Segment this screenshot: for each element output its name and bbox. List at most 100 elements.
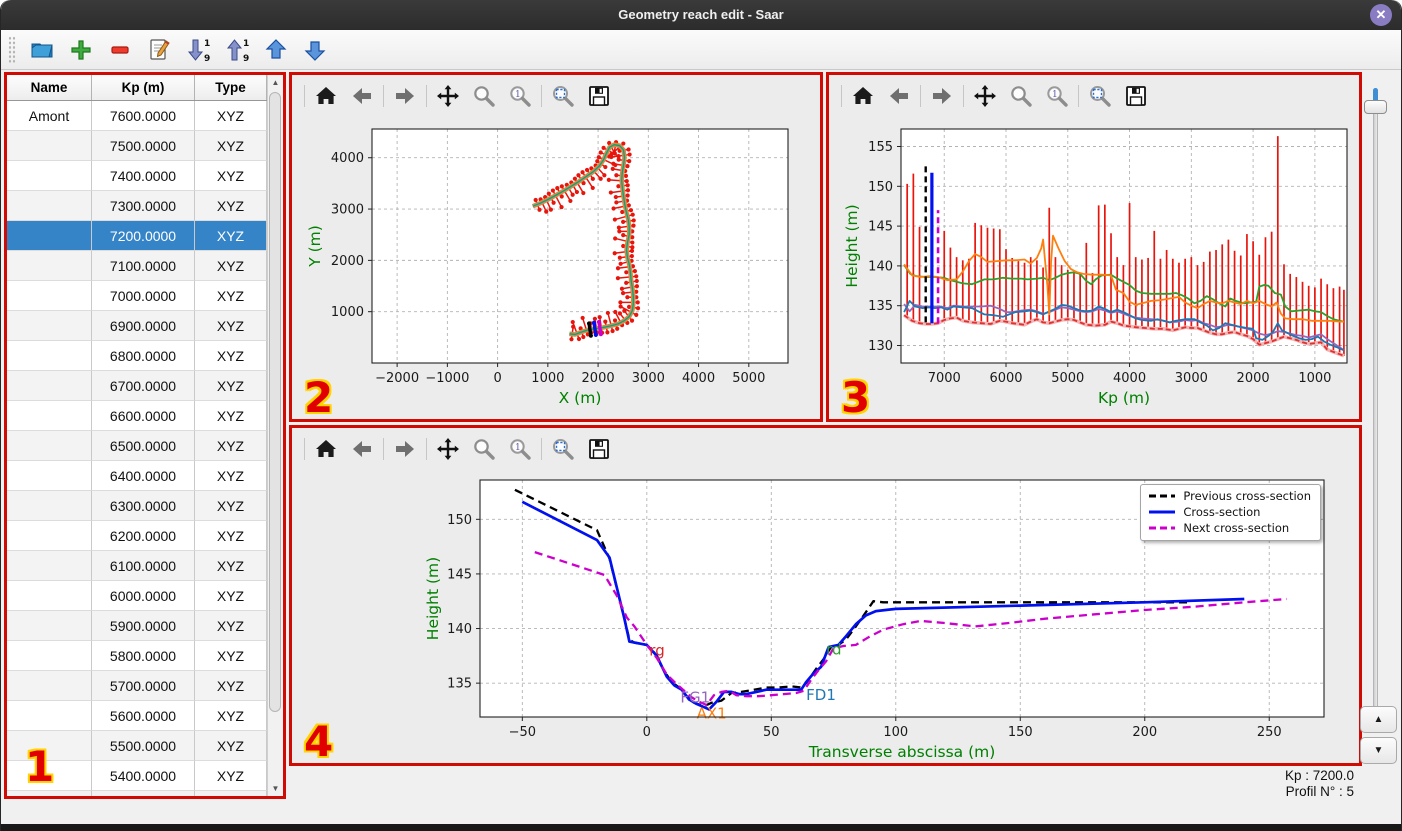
edit-button[interactable] xyxy=(144,35,174,65)
table-row[interactable]: 5300.0000XYZ xyxy=(7,791,267,796)
scroll-down-icon[interactable]: ▼ xyxy=(268,781,283,796)
table-row[interactable]: 6900.0000 XYZ xyxy=(7,311,267,341)
plot4-toolbar: 1 xyxy=(292,428,1359,470)
svg-text:1: 1 xyxy=(243,39,249,49)
cell-kp: 7100.0000 xyxy=(92,251,195,281)
home-button[interactable] xyxy=(309,434,343,464)
save-button[interactable] xyxy=(582,81,616,111)
cell-kp: 5400.0000 xyxy=(92,761,195,791)
cell-name xyxy=(7,251,92,281)
titlebar[interactable]: Geometry reach edit - Saar ✕ xyxy=(1,0,1401,30)
zoom-one-button[interactable]: 1 xyxy=(1040,81,1074,111)
home-button[interactable] xyxy=(309,81,343,111)
zoom-icon xyxy=(1011,86,1032,107)
add-button[interactable] xyxy=(66,35,96,65)
back-button[interactable] xyxy=(345,434,379,464)
table-row[interactable]: 7400.0000 XYZ xyxy=(7,161,267,191)
close-button[interactable]: ✕ xyxy=(1370,4,1392,26)
move-up-button[interactable] xyxy=(261,35,291,65)
save-button[interactable] xyxy=(582,434,616,464)
sort-descending-button[interactable]: 1 9 xyxy=(183,35,213,65)
table-row[interactable]: 6100.0000 XYZ xyxy=(7,551,267,581)
cell-type: XYZ xyxy=(195,611,267,641)
table-row[interactable]: 5900.0000 XYZ xyxy=(7,611,267,641)
zoom-button[interactable] xyxy=(467,81,501,111)
longitudinal-profile-plot[interactable]: 7000 6000 5000 4000 3000 2000 1000 130 135 140 145… xyxy=(829,117,1359,419)
svg-text:1000: 1000 xyxy=(531,371,564,386)
table-row[interactable]: 6700.0000 XYZ xyxy=(7,371,267,401)
cell-kp: 7000.0000 xyxy=(92,281,195,311)
table-row[interactable]: 6300.0000 XYZ xyxy=(7,491,267,521)
toolbar-separator xyxy=(920,85,921,107)
forward-button[interactable] xyxy=(388,434,422,464)
table-row[interactable]: 6800.0000 XYZ xyxy=(7,341,267,371)
home-button[interactable] xyxy=(846,81,880,111)
zoom-one-icon: 1 xyxy=(510,439,531,460)
zoom-button[interactable] xyxy=(1004,81,1038,111)
zoom-one-button[interactable]: 1 xyxy=(503,434,537,464)
svg-text:Kp (m): Kp (m) xyxy=(1098,389,1150,407)
table-row[interactable]: 5600.0000 XYZ xyxy=(7,701,267,731)
add-icon xyxy=(71,39,91,60)
table-row[interactable]: 5700.0000 XYZ xyxy=(7,671,267,701)
remove-button[interactable] xyxy=(105,35,135,65)
save-button[interactable] xyxy=(1119,81,1153,111)
cell-name xyxy=(7,551,92,581)
table-row[interactable]: 6000.0000 XYZ xyxy=(7,581,267,611)
header-name: Name xyxy=(7,75,92,100)
zoom-region-button[interactable] xyxy=(546,434,580,464)
table-row[interactable]: 6200.0000 XYZ xyxy=(7,521,267,551)
zoom-region-button[interactable] xyxy=(1083,81,1117,111)
save-icon xyxy=(589,86,609,106)
table-row[interactable]: 7000.0000 XYZ xyxy=(7,281,267,311)
table-row[interactable]: 5800.0000 XYZ xyxy=(7,641,267,671)
cell-name xyxy=(7,701,92,731)
back-button[interactable] xyxy=(882,81,916,111)
open-folder-button[interactable] xyxy=(27,35,57,65)
longitudinal-profile-panel: 1 7000 6000 5000 4000 3000 2000 1000 130 135 140 1… xyxy=(826,72,1362,422)
table-scrollbar[interactable]: ▲ ▼ xyxy=(267,75,283,796)
table-row[interactable]: 6600.0000 XYZ xyxy=(7,401,267,431)
table-row[interactable]: 7500.0000 XYZ xyxy=(7,131,267,161)
table-header: Name Kp (m) Type xyxy=(7,75,267,101)
profile-slider-track[interactable] xyxy=(1373,88,1378,712)
scrollbar-thumb[interactable] xyxy=(269,92,281,712)
svg-text:4000: 4000 xyxy=(682,371,715,386)
forward-button[interactable] xyxy=(388,81,422,111)
move-down-icon xyxy=(304,40,326,61)
plan-view-plot[interactable]: −2000 −1000 0 1000 2000 3000 4000 5000 1000 2000 3… xyxy=(292,117,820,419)
legend-entry: Cross-section xyxy=(1148,504,1311,520)
svg-text:X (m): X (m) xyxy=(559,389,602,407)
pan-button[interactable] xyxy=(431,81,465,111)
table-row[interactable]: 6500.0000 XYZ xyxy=(7,431,267,461)
toolbar-drag-handle[interactable] xyxy=(8,35,16,64)
zoom-icon xyxy=(474,86,495,107)
legend-entry: Previous cross-section xyxy=(1148,488,1311,504)
pan-button[interactable] xyxy=(431,434,465,464)
cell-type: XYZ xyxy=(195,131,267,161)
table-row[interactable]: 6400.0000 XYZ xyxy=(7,461,267,491)
cell-type: XYZ xyxy=(195,671,267,701)
pan-button[interactable] xyxy=(968,81,1002,111)
zoom-region-button[interactable] xyxy=(546,81,580,111)
table-row[interactable]: 7200.0000 XYZ xyxy=(7,221,267,251)
zoom-one-button[interactable]: 1 xyxy=(503,81,537,111)
table-row[interactable]: 7300.0000 XYZ xyxy=(7,191,267,221)
forward-button[interactable] xyxy=(925,81,959,111)
cell-kp: 6900.0000 xyxy=(92,311,195,341)
scroll-up-icon[interactable]: ▲ xyxy=(268,75,283,90)
profile-down-button[interactable]: ▼ xyxy=(1360,737,1397,764)
move-down-button[interactable] xyxy=(300,35,330,65)
zoom-button[interactable] xyxy=(467,434,501,464)
table-row[interactable]: 7100.0000 XYZ xyxy=(7,251,267,281)
panel-number-2: 2 xyxy=(304,373,334,422)
profile-slider-handle[interactable] xyxy=(1364,100,1387,114)
sort-ascending-button[interactable]: 1 9 xyxy=(222,35,252,65)
svg-text:140: 140 xyxy=(447,622,472,637)
open-folder-icon xyxy=(31,43,53,57)
header-kp: Kp (m) xyxy=(92,75,195,100)
back-button[interactable] xyxy=(345,81,379,111)
profile-up-button[interactable]: ▲ xyxy=(1360,706,1397,733)
table-row[interactable]: Amont 7600.0000 XYZ xyxy=(7,101,267,131)
toolbar-separator xyxy=(383,85,384,107)
